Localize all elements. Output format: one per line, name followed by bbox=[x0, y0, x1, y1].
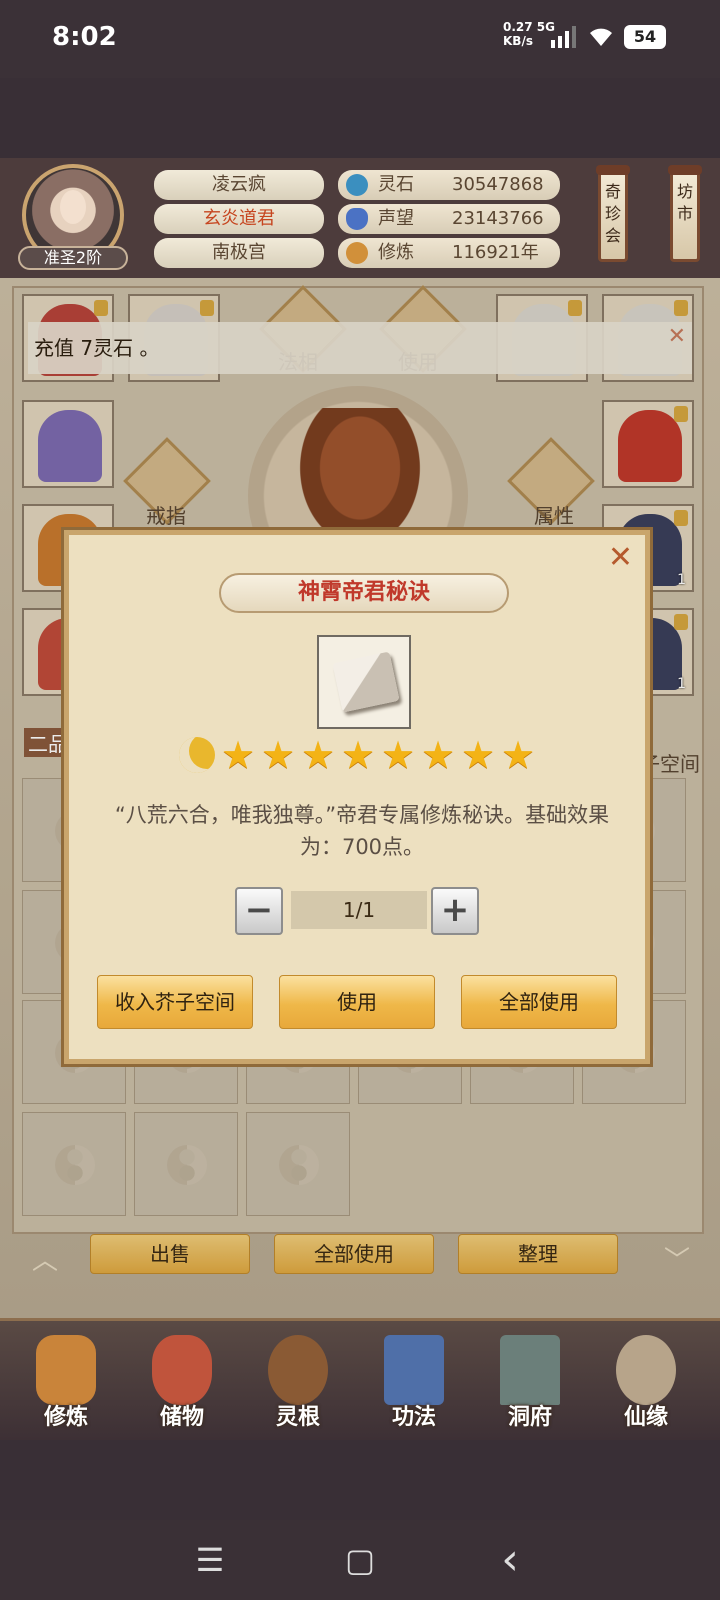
nav-item-spirit-root[interactable]: 灵根 bbox=[248, 1331, 348, 1439]
item-dialog: ✕ 神霄帝君秘诀 ★ ★ ★ ★ ★ ★ ★ ★ “八荒六合，唯我独尊。”帝君专… bbox=[64, 530, 650, 1064]
nav-item-fortune[interactable]: 仙缘 bbox=[596, 1331, 696, 1439]
player-header: 准圣2阶 凌云疯 玄炎道君 南极宫 灵石 30547868 声望 2314376… bbox=[0, 158, 720, 278]
star-icon: ★ bbox=[221, 733, 256, 777]
spirit-root-icon bbox=[268, 1335, 328, 1405]
player-sect: 南极宫 bbox=[154, 238, 324, 268]
player-name: 凌云疯 bbox=[154, 170, 324, 200]
meditation-icon bbox=[346, 242, 368, 264]
top-spacer bbox=[0, 78, 720, 158]
item-description: “八荒六合，唯我独尊。”帝君专属修炼秘诀。基础效果为：700点。 bbox=[114, 803, 610, 859]
market-button[interactable]: 坊市 bbox=[668, 165, 702, 262]
spirit-stone-icon bbox=[346, 174, 368, 196]
resource-spirit-stone: 灵石 30547868 bbox=[338, 170, 560, 200]
battery-icon: 54 bbox=[624, 25, 666, 49]
sign-cap bbox=[596, 165, 630, 175]
avatar-face bbox=[60, 190, 86, 224]
sign-cap bbox=[668, 165, 702, 175]
network-speed: 0.27 5G KB/s bbox=[503, 20, 555, 48]
star-icon: ★ bbox=[421, 733, 456, 777]
store-to-mustard-space-button[interactable]: 收入芥子空间 bbox=[97, 975, 253, 1029]
use-button[interactable]: 使用 bbox=[279, 975, 435, 1029]
cave-mansion-icon bbox=[500, 1335, 560, 1405]
quantity-plus-button[interactable]: + bbox=[431, 887, 479, 935]
star-icon: ★ bbox=[341, 733, 376, 777]
rank-badge: 准圣2阶 bbox=[18, 246, 128, 270]
storage-bag-icon bbox=[152, 1335, 212, 1405]
quantity-minus-button[interactable]: − bbox=[235, 887, 283, 935]
back-icon[interactable]: ‹ bbox=[488, 1538, 532, 1582]
use-all-button[interactable]: 全部使用 bbox=[461, 975, 617, 1029]
star-icon: ★ bbox=[501, 733, 536, 777]
fortune-icon bbox=[616, 1335, 676, 1405]
wifi-icon bbox=[590, 28, 612, 46]
nav-item-technique[interactable]: 功法 bbox=[364, 1331, 464, 1439]
star-icon: ★ bbox=[461, 733, 496, 777]
star-icon: ★ bbox=[301, 733, 336, 777]
treasure-pavilion-button[interactable]: 奇珍会 bbox=[596, 165, 630, 262]
nav-item-storage[interactable]: 储物 bbox=[132, 1331, 232, 1439]
book-icon bbox=[332, 651, 400, 713]
bottom-spacer bbox=[0, 1440, 720, 1520]
resource-prestige: 声望 23143766 bbox=[338, 204, 560, 234]
status-bar: 8:02 0.27 5G KB/s 54 bbox=[0, 0, 720, 78]
cultivate-icon bbox=[36, 1335, 96, 1405]
nav-item-cultivate[interactable]: 修炼 bbox=[16, 1331, 116, 1439]
player-title: 玄炎道君 bbox=[154, 204, 324, 234]
technique-book-icon bbox=[384, 1335, 444, 1405]
item-icon-frame bbox=[317, 635, 411, 729]
moon-icon bbox=[179, 737, 215, 773]
recent-apps-icon[interactable]: ☰ bbox=[188, 1538, 232, 1582]
quantity-value: 1/1 bbox=[291, 891, 427, 929]
signal-icon bbox=[551, 26, 576, 48]
close-icon[interactable]: ✕ bbox=[608, 543, 633, 573]
star-rating: ★ ★ ★ ★ ★ ★ ★ ★ bbox=[179, 735, 549, 775]
dialog-title: 神霄帝君秘诀 bbox=[219, 573, 509, 613]
bottom-nav: 修炼 储物 灵根 功法 洞府 仙缘 bbox=[0, 1318, 720, 1440]
nav-item-cave[interactable]: 洞府 bbox=[480, 1331, 580, 1439]
resource-cultivation: 修炼 116921年 bbox=[338, 238, 560, 268]
star-icon: ★ bbox=[381, 733, 416, 777]
clock: 8:02 bbox=[52, 22, 117, 52]
prestige-icon bbox=[346, 208, 368, 230]
star-icon: ★ bbox=[261, 733, 296, 777]
home-icon[interactable]: ▢ bbox=[338, 1538, 382, 1582]
system-nav-bar: ☰ ▢ ‹ bbox=[0, 1520, 720, 1600]
